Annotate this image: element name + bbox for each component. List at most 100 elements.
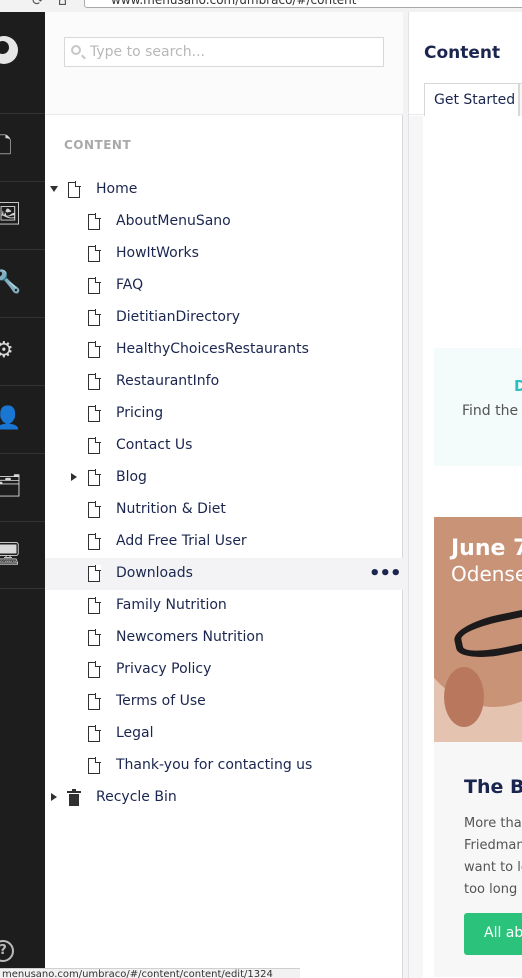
media-section-icon: 🖼: [0, 202, 22, 227]
photo-caption-place: Odense: [451, 562, 522, 586]
tree-item-label: Contact Us: [116, 437, 193, 453]
status-url: menusano.com/umbraco/#/content/content/e…: [2, 969, 273, 978]
settings-section-icon: 🔧: [0, 270, 22, 295]
caret-right-icon[interactable]: [71, 473, 77, 481]
tree-item-label: Downloads: [116, 565, 193, 581]
section-members[interactable]: 🗂: [0, 453, 45, 521]
tree-item[interactable]: Nutrition & Diet: [45, 494, 403, 526]
tree-item-label: Home: [96, 181, 138, 197]
search-input[interactable]: Type to search...: [64, 37, 384, 67]
trash-icon: [67, 789, 81, 806]
tree-item-label: Legal: [116, 725, 154, 741]
editor-header: Content Get Started: [409, 12, 522, 116]
tab-get-started[interactable]: Get Started: [424, 83, 519, 116]
tree-item[interactable]: Family Nutrition: [45, 590, 403, 622]
document-icon: [88, 725, 101, 742]
document-icon: [88, 565, 101, 582]
users-section-icon: 👤: [0, 406, 22, 431]
tree-item-label: Add Free Trial User: [116, 533, 247, 549]
section-media[interactable]: 🖼: [0, 181, 45, 249]
section-forms[interactable]: 🖥: [0, 521, 45, 589]
tree-item-label: RestaurantInfo: [116, 373, 220, 389]
document-icon: [88, 661, 101, 678]
document-icon: [88, 533, 101, 550]
document-icon: [88, 373, 101, 390]
tree-item-downloads[interactable]: Downloads •••: [45, 558, 403, 590]
search-icon: [71, 45, 81, 55]
photo-caption-date: June 7: [451, 536, 522, 561]
tree-item-label: DietitianDirectory: [116, 309, 241, 325]
reload-icon[interactable]: ⟳: [32, 0, 44, 9]
section-developer[interactable]: ⚙: [0, 317, 45, 385]
tree-item-label: Pricing: [116, 405, 164, 421]
section-users[interactable]: 👤: [0, 385, 45, 453]
more-actions-icon[interactable]: •••: [369, 563, 402, 584]
tree-item[interactable]: FAQ: [45, 270, 403, 302]
browser-toolbar: ⟳ ⌂ www.menusano.com/umbraco/#/content: [0, 0, 522, 12]
card-text-line: Friedman: [464, 838, 522, 853]
page-title: Content: [424, 43, 501, 63]
document-icon: [88, 757, 101, 774]
document-icon: [88, 597, 101, 614]
tree-item[interactable]: Pricing: [45, 398, 403, 430]
content-section-icon: 🗋: [0, 134, 12, 159]
card-text-line: More thar: [464, 816, 522, 831]
callout-title: D: [514, 377, 522, 395]
tree-item[interactable]: DietitianDirectory: [45, 302, 403, 334]
tree-item-label: Blog: [116, 469, 147, 485]
caret-down-icon[interactable]: [50, 186, 58, 192]
document-icon: [88, 341, 101, 358]
tree-item-label: Recycle Bin: [96, 789, 177, 805]
tree-item[interactable]: HealthyChoicesRestaurants: [45, 334, 403, 366]
tree-item-label: Thank-you for contacting us: [116, 757, 313, 773]
address-bar[interactable]: www.menusano.com/umbraco/#/content: [84, 0, 522, 8]
help-icon[interactable]: ?: [0, 940, 14, 962]
browser-status-bar: menusano.com/umbraco/#/content/content/e…: [0, 968, 300, 978]
tree-item-blog[interactable]: Blog: [45, 462, 403, 494]
caret-right-icon[interactable]: [51, 793, 57, 801]
dashboard-card: June 7 Odense The Big More thar Friedman…: [434, 517, 522, 977]
forms-section-icon: 🖥: [0, 542, 22, 567]
tree-item[interactable]: Privacy Policy: [45, 654, 403, 686]
app-section-nav: 🗋 🖼 🔧 ⚙ 👤 🗂 🖥 ?: [0, 12, 45, 978]
section-settings[interactable]: 🔧: [0, 249, 45, 317]
card-text-line: want to le: [464, 860, 522, 875]
tree-item-recycle-bin[interactable]: Recycle Bin: [45, 782, 403, 814]
tree-item-label: FAQ: [116, 277, 144, 293]
tree-item-label: Privacy Policy: [116, 661, 212, 677]
tree-item[interactable]: AboutMenuSano: [45, 206, 403, 238]
document-icon: [68, 181, 81, 198]
document-icon: [88, 245, 101, 262]
home-icon[interactable]: ⌂: [58, 0, 67, 9]
tree-item[interactable]: Legal: [45, 718, 403, 750]
dashboard-callout: D Find the a: [434, 348, 522, 466]
content-editor-panel: Content Get Started D Find the a June 7 …: [409, 12, 522, 978]
card-button[interactable]: All abo: [464, 913, 522, 955]
document-icon: [88, 437, 101, 454]
document-icon: [88, 501, 101, 518]
document-icon: [88, 309, 101, 326]
tree-item[interactable]: Newcomers Nutrition: [45, 622, 403, 654]
tree-item[interactable]: Add Free Trial User: [45, 526, 403, 558]
card-text-line: too long i: [464, 882, 522, 897]
user-avatar[interactable]: [0, 36, 18, 64]
tree-item[interactable]: RestaurantInfo: [45, 366, 403, 398]
tree-item-label: Nutrition & Diet: [116, 501, 226, 517]
section-content[interactable]: 🗋: [0, 113, 45, 181]
tree-item[interactable]: HowItWorks: [45, 238, 403, 270]
search-placeholder: Type to search...: [90, 44, 205, 60]
tree-item-label: AboutMenuSano: [116, 213, 231, 229]
tree-section-heading: CONTENT: [64, 138, 132, 152]
tree-item[interactable]: Contact Us: [45, 430, 403, 462]
card-photo: June 7 Odense: [434, 517, 522, 742]
content-tree-panel: Type to search... CONTENT Home AboutMenu…: [45, 12, 403, 978]
tree-item[interactable]: Thank-you for contacting us: [45, 750, 403, 782]
tree-item[interactable]: Terms of Use: [45, 686, 403, 718]
card-text: More thar Friedman want to le too long i: [464, 813, 522, 901]
tree-item-home[interactable]: Home: [45, 174, 403, 206]
members-section-icon: 🗂: [0, 474, 22, 499]
tree-item-label: Terms of Use: [116, 693, 206, 709]
card-title: The Big: [464, 776, 522, 798]
document-icon: [88, 693, 101, 710]
tree-item-label: Newcomers Nutrition: [116, 629, 264, 645]
